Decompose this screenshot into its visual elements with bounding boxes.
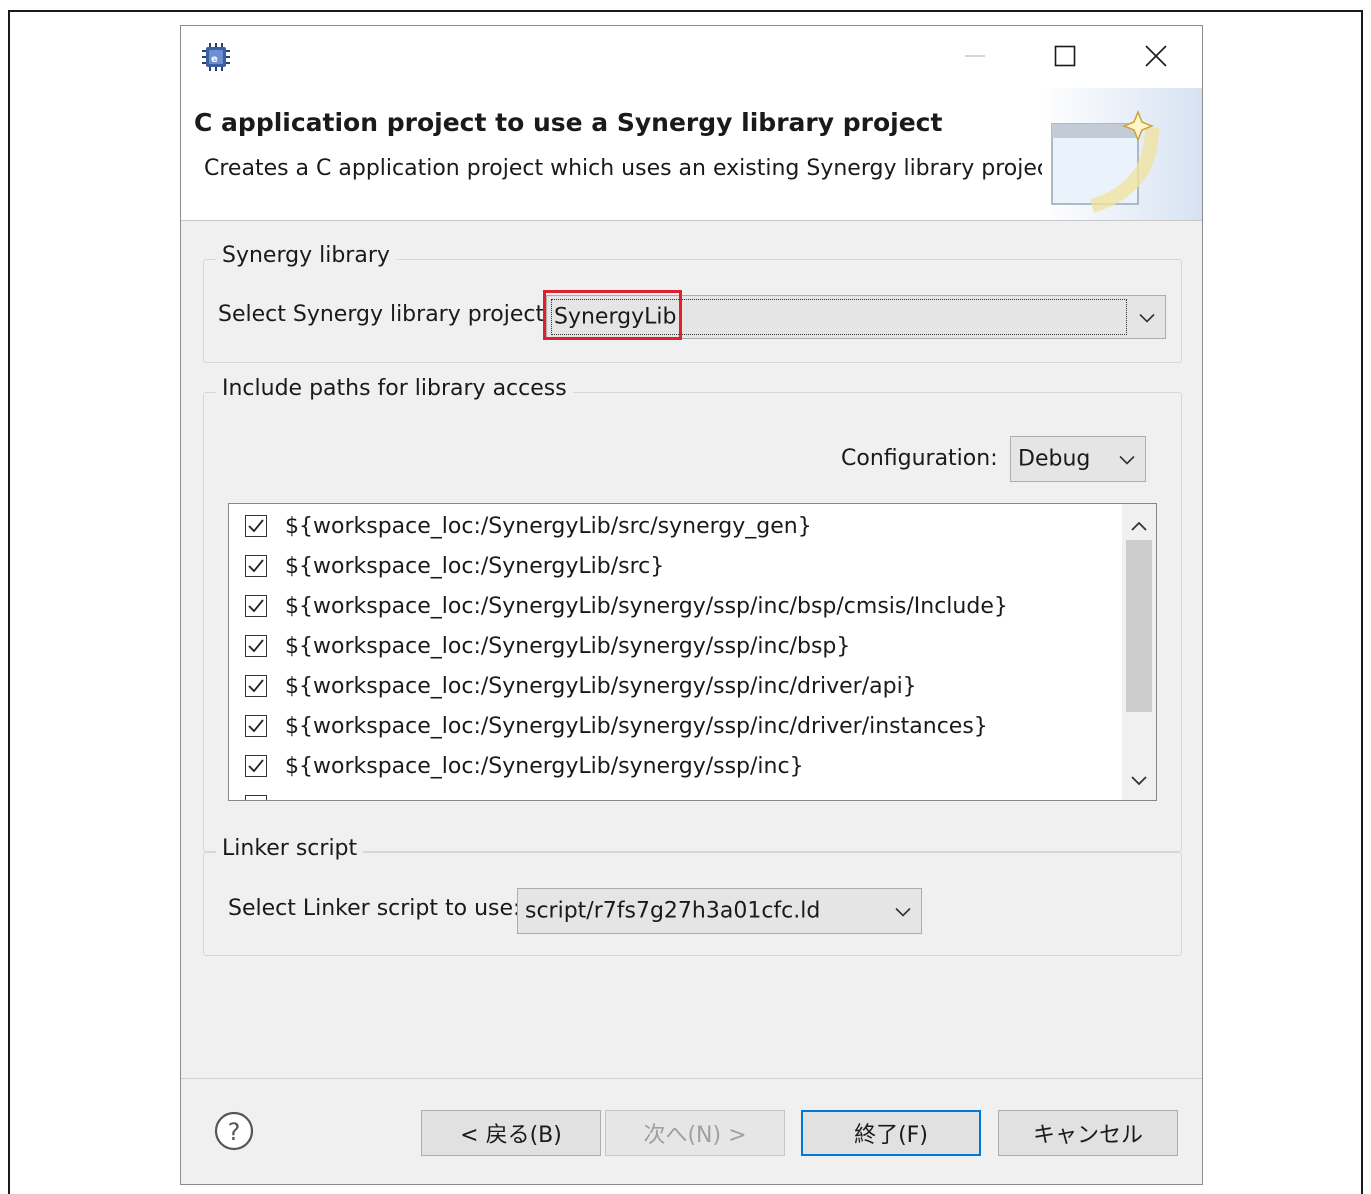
checkbox-checked[interactable] — [245, 675, 267, 697]
close-button[interactable] — [1133, 36, 1179, 78]
select-library-label: Select Synergy library project: — [218, 302, 552, 327]
list-item[interactable]: ${workspace_loc:/SynergyLib/synergy/ssp/… — [245, 746, 804, 786]
cancel-button[interactable]: キャンセル — [998, 1110, 1178, 1156]
chevron-down-icon — [895, 899, 911, 924]
back-button[interactable]: < 戻る(B) — [421, 1110, 601, 1156]
scrollbar-thumb[interactable] — [1126, 540, 1152, 712]
help-icon[interactable]: ? — [213, 1110, 255, 1152]
wizard-title: C application project to use a Synergy l… — [194, 108, 943, 137]
red-highlight-box — [543, 290, 682, 340]
wizard-banner-icon — [1042, 88, 1202, 220]
configuration-label: Configuration: — [841, 446, 998, 471]
list-item[interactable]: ${workspace_loc:/SynergyLib/synergy/ssp/… — [245, 666, 917, 706]
chevron-down-icon — [1139, 305, 1155, 330]
include-path-text: ${workspace_loc:/SynergyLib/synergy/ssp/… — [285, 673, 917, 699]
checkbox-checked[interactable] — [245, 755, 267, 777]
checkbox-checked[interactable] — [245, 635, 267, 657]
chevron-down-icon — [1119, 447, 1135, 472]
checkbox-checked[interactable] — [245, 795, 267, 800]
wizard-description: Creates a C application project which us… — [204, 156, 1058, 181]
app-chip-icon: e — [201, 42, 231, 72]
checkbox-checked[interactable] — [245, 555, 267, 577]
svg-text:?: ? — [228, 1118, 241, 1146]
include-paths-list[interactable]: ${workspace_loc:/SynergyLib/src/synergy_… — [228, 503, 1157, 801]
include-path-text: ${workspace_loc:/SynergyLib/src/synergy_… — [285, 513, 812, 539]
maximize-button[interactable] — [1042, 36, 1088, 78]
checkbox-checked[interactable] — [245, 595, 267, 617]
finish-button[interactable]: 終了(F) — [801, 1110, 981, 1156]
include-path-text: ${workspace_loc:/SynergyLib/synergy/ssp/… — [285, 633, 851, 659]
wizard-header: C application project to use a Synergy l… — [181, 88, 1202, 221]
configuration-select[interactable]: Debug — [1010, 436, 1146, 482]
button-bar-separator — [181, 1078, 1202, 1079]
next-button[interactable]: 次へ(N) > — [605, 1110, 785, 1156]
list-item[interactable]: ${workspace_loc:/SynergyLib/synergy/ssp/… — [245, 586, 1008, 626]
include-path-text: ${workspace_loc:/SynergyLib/synergy/ssp/… — [285, 593, 1008, 619]
synergy-library-group-title: Synergy library — [216, 243, 396, 268]
new-project-dialog: e C application project to use a Synergy… — [180, 25, 1203, 1185]
scroll-down-icon[interactable] — [1131, 771, 1147, 790]
list-item[interactable] — [245, 786, 285, 800]
linker-script-value: script/r7fs7g27h3a01cfc.ld — [525, 898, 821, 924]
vertical-scrollbar[interactable] — [1122, 504, 1156, 800]
list-item[interactable]: ${workspace_loc:/SynergyLib/synergy/ssp/… — [245, 706, 988, 746]
linker-script-group-title: Linker script — [216, 836, 364, 861]
checkbox-checked[interactable] — [245, 515, 267, 537]
list-item[interactable]: ${workspace_loc:/SynergyLib/src} — [245, 546, 664, 586]
configuration-value: Debug — [1018, 446, 1091, 472]
list-item[interactable]: ${workspace_loc:/SynergyLib/synergy/ssp/… — [245, 626, 850, 666]
linker-script-select[interactable]: script/r7fs7g27h3a01cfc.ld — [517, 888, 922, 934]
include-paths-group-title: Include paths for library access — [216, 376, 573, 401]
scroll-up-icon[interactable] — [1131, 516, 1147, 535]
include-path-text: ${workspace_loc:/SynergyLib/synergy/ssp/… — [285, 713, 988, 739]
minimize-button[interactable] — [952, 36, 998, 78]
include-path-text: ${workspace_loc:/SynergyLib/src} — [285, 553, 665, 579]
svg-text:e: e — [211, 54, 218, 65]
select-linker-label: Select Linker script to use: — [228, 896, 521, 921]
list-item[interactable]: ${workspace_loc:/SynergyLib/src/synergy_… — [245, 506, 812, 546]
checkbox-checked[interactable] — [245, 715, 267, 737]
title-bar: e — [181, 26, 1202, 88]
include-path-text: ${workspace_loc:/SynergyLib/synergy/ssp/… — [285, 753, 804, 779]
